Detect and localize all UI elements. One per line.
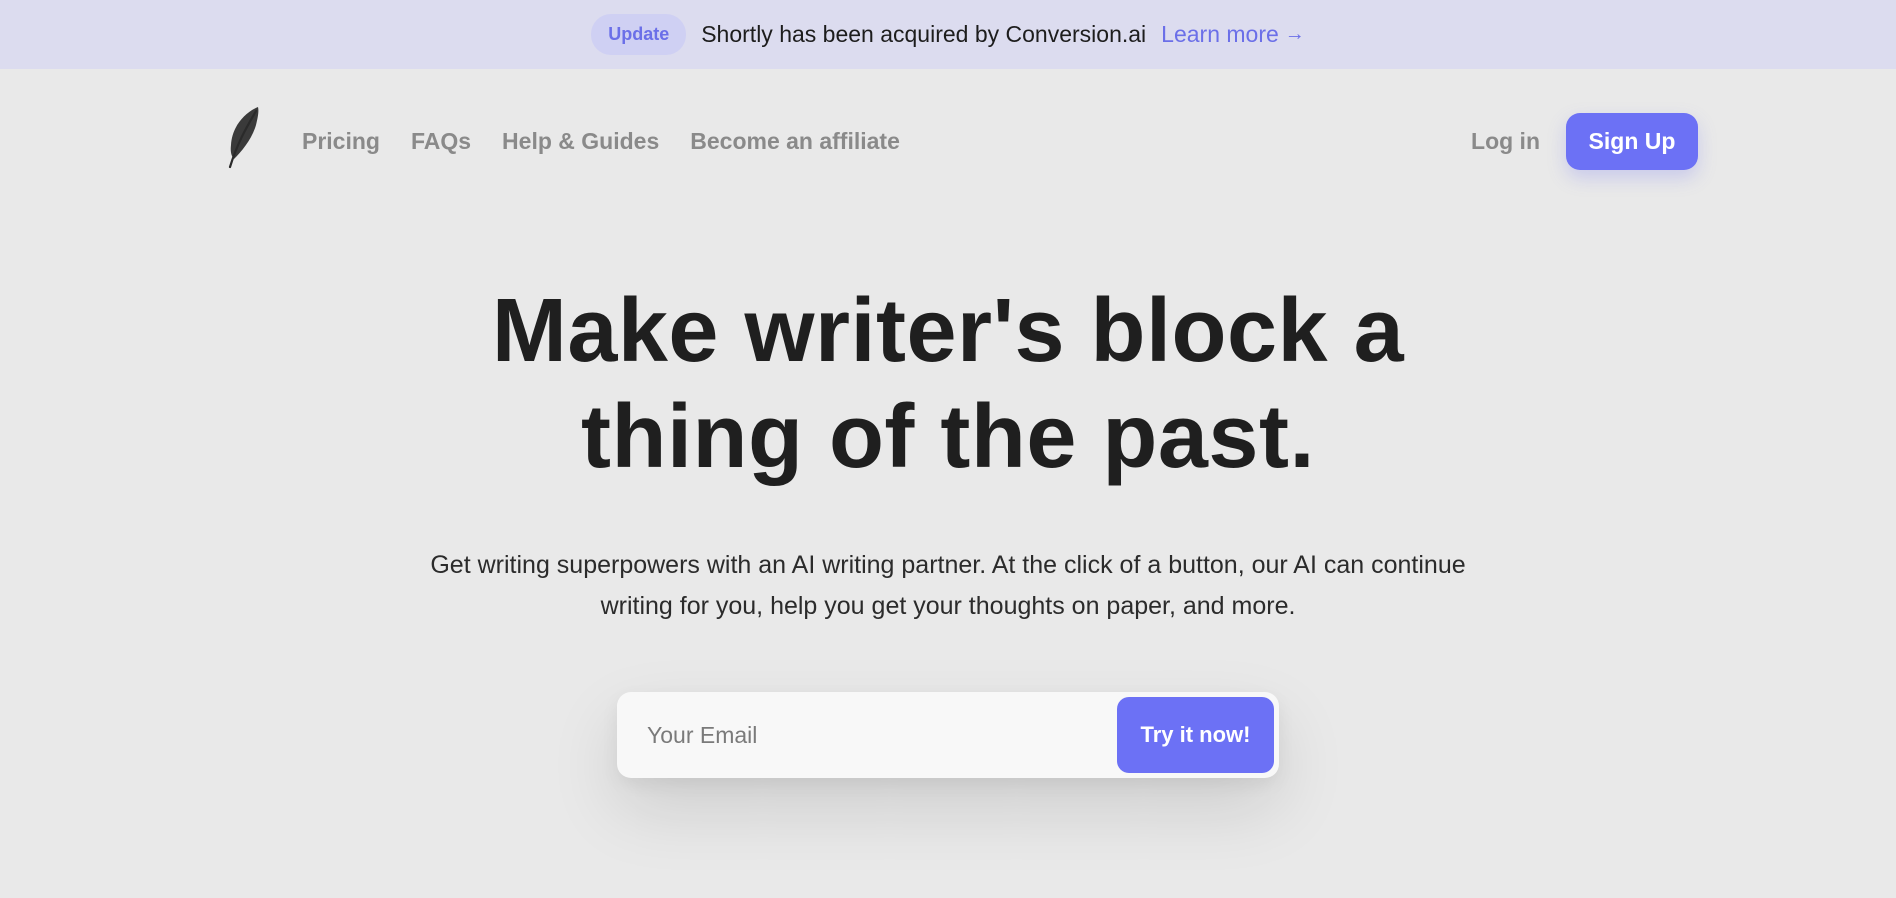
feather-logo-icon[interactable] [224, 105, 262, 171]
announcement-message: Shortly has been acquired by Conversion.… [701, 21, 1147, 47]
nav-link-help-guides[interactable]: Help & Guides [502, 128, 659, 155]
update-badge: Update [591, 14, 687, 55]
login-link[interactable]: Log in [1471, 128, 1540, 155]
nav-link-affiliate[interactable]: Become an affiliate [690, 128, 900, 155]
hero-headline: Make writer's block a thing of the past. [0, 278, 1896, 490]
nav-links: Pricing FAQs Help & Guides Become an aff… [302, 105, 900, 177]
headline-line-2: thing of the past. [581, 387, 1315, 487]
email-signup-form: Try it now! [617, 691, 1279, 779]
announcement-content: Update Shortly has been acquired by Conv… [591, 14, 1305, 55]
nav-link-faqs[interactable]: FAQs [411, 128, 471, 155]
learn-more-label: Learn more [1161, 21, 1279, 47]
signup-button[interactable]: Sign Up [1566, 112, 1698, 170]
announcement-bar: Update Shortly has been acquired by Conv… [0, 0, 1896, 69]
nav-auth: Log in Sign Up [1471, 105, 1698, 177]
subtext-line-2: writing for you, help you get your thoug… [600, 592, 1296, 620]
top-nav: Pricing FAQs Help & Guides Become an aff… [224, 105, 1698, 177]
nav-link-pricing[interactable]: Pricing [302, 128, 380, 155]
hero-subtext: Get writing superpowers with an AI writi… [0, 545, 1896, 627]
headline-line-1: Make writer's block a [491, 281, 1405, 381]
learn-more-link[interactable]: Learn more → [1161, 21, 1305, 48]
email-input[interactable] [617, 691, 1117, 779]
try-it-now-button[interactable]: Try it now! [1117, 697, 1274, 773]
subtext-line-1: Get writing superpowers with an AI writi… [430, 551, 1466, 579]
arrow-right-icon: → [1284, 23, 1305, 45]
